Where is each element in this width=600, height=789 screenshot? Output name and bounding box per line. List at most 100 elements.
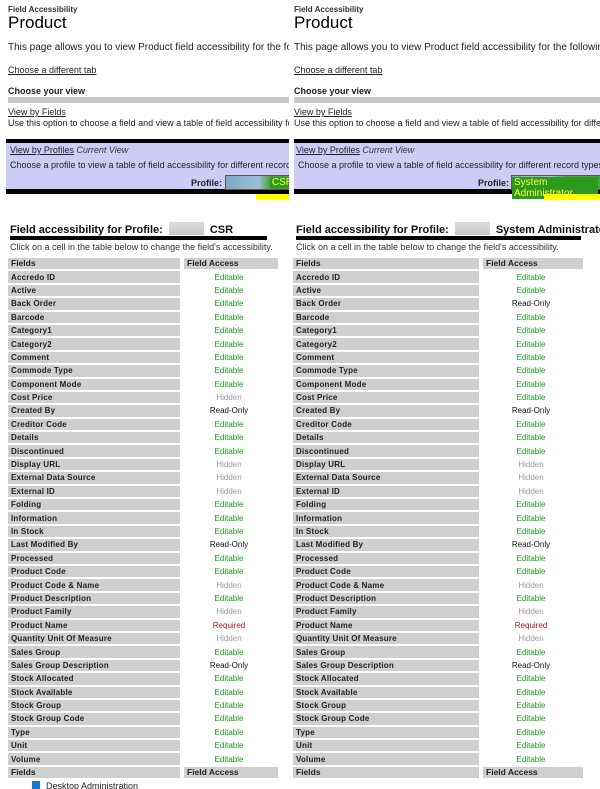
field-access-cell[interactable]: Editable xyxy=(479,740,583,751)
field-access-cell[interactable]: Hidden xyxy=(479,579,583,590)
field-access-cell[interactable]: Editable xyxy=(479,379,583,390)
table-row: Creditor Code Editable xyxy=(8,418,278,431)
field-access-cell[interactable]: Editable xyxy=(180,753,278,764)
field-access-cell[interactable]: Editable xyxy=(479,673,583,684)
field-access-cell[interactable]: Editable xyxy=(180,512,278,523)
field-access-cell[interactable]: Editable xyxy=(479,445,583,456)
view-by-fields-link[interactable]: View by Fields xyxy=(294,107,352,117)
field-access-cell[interactable]: Hidden xyxy=(180,472,278,483)
field-access-cell[interactable]: Hidden xyxy=(479,606,583,617)
field-access-cell[interactable]: Read-Only xyxy=(180,660,278,671)
view-by-profiles-link[interactable]: View by Profiles xyxy=(296,145,360,155)
field-access-cell[interactable]: Hidden xyxy=(479,486,583,497)
table-row: External ID Hidden xyxy=(8,485,278,498)
field-access-cell[interactable]: Editable xyxy=(180,352,278,363)
field-access-cell[interactable]: Editable xyxy=(479,419,583,430)
table-row: Discontinued Editable xyxy=(8,445,278,457)
field-access-cell[interactable]: Editable xyxy=(479,566,583,577)
profile-select[interactable]: CSR xyxy=(225,175,289,190)
field-access-cell[interactable]: Editable xyxy=(180,379,278,390)
view-by-fields-link[interactable]: View by Fields xyxy=(8,107,66,117)
taskbar-item[interactable]: Desktop Administration xyxy=(32,781,332,789)
field-access-cell[interactable]: Editable xyxy=(180,298,278,309)
field-access-cell[interactable]: Editable xyxy=(180,325,278,336)
field-access-cell[interactable]: Editable xyxy=(479,646,583,657)
field-access-cell[interactable]: Editable xyxy=(180,740,278,751)
field-access-cell[interactable]: Editable xyxy=(180,432,278,443)
field-access-cell[interactable]: Required xyxy=(180,620,278,631)
field-access-cell[interactable]: Hidden xyxy=(180,486,278,497)
field-access-cell[interactable]: Editable xyxy=(180,445,278,456)
field-name: Back Order xyxy=(293,298,479,310)
view-by-profiles-link[interactable]: View by Profiles xyxy=(10,145,74,155)
field-access-cell[interactable]: Editable xyxy=(180,419,278,430)
field-access-cell[interactable]: Read-Only xyxy=(479,405,583,416)
view-by-profiles-description: Choose a profile to view a table of fiel… xyxy=(10,160,289,170)
field-name: Product Code xyxy=(293,565,479,578)
field-access-cell[interactable]: Editable xyxy=(180,646,278,657)
table-row: In Stock Editable xyxy=(8,525,278,538)
field-access-cell[interactable]: Editable xyxy=(180,312,278,323)
field-access-cell[interactable]: Editable xyxy=(479,338,583,349)
field-access-cell[interactable]: Editable xyxy=(479,713,583,724)
field-access-cell[interactable]: Editable xyxy=(479,432,583,443)
field-access-cell[interactable]: Editable xyxy=(479,312,583,323)
field-access-cell[interactable]: Editable xyxy=(180,285,278,296)
profile-select[interactable]: System Administrator xyxy=(511,175,600,199)
field-access-cell[interactable]: Read-Only xyxy=(180,405,278,416)
field-access-cell[interactable]: Hidden xyxy=(479,459,583,470)
section-title: Field accessibility for Profile: CSR xyxy=(10,222,233,236)
field-access-cell[interactable]: Hidden xyxy=(180,633,278,644)
field-access-cell[interactable]: Editable xyxy=(479,512,583,523)
field-access-cell[interactable]: Hidden xyxy=(479,472,583,483)
field-access-cell[interactable]: Editable xyxy=(180,566,278,577)
field-access-cell[interactable]: Editable xyxy=(180,338,278,349)
field-access-cell[interactable]: Editable xyxy=(180,593,278,604)
field-access-cell[interactable]: Editable xyxy=(180,713,278,724)
field-access-cell[interactable]: Editable xyxy=(479,727,583,738)
field-access-cell[interactable]: Required xyxy=(479,620,583,631)
field-access-cell[interactable]: Editable xyxy=(479,352,583,363)
field-access-cell[interactable]: Read-Only xyxy=(479,660,583,671)
field-access-cell[interactable]: Editable xyxy=(180,687,278,698)
table-row: Folding Editable xyxy=(293,499,583,511)
table-row: Last Modified By Read-Only xyxy=(8,539,278,551)
field-access-cell[interactable]: Editable xyxy=(479,499,583,510)
field-access-cell[interactable]: Editable xyxy=(479,753,583,764)
field-access-cell[interactable]: Editable xyxy=(180,727,278,738)
field-access-cell[interactable]: Read-Only xyxy=(479,298,583,309)
table-row: Stock Group Code Editable xyxy=(293,713,583,725)
field-access-cell[interactable]: Hidden xyxy=(180,579,278,590)
field-access-cell[interactable]: Editable xyxy=(479,325,583,336)
field-access-cell[interactable]: Editable xyxy=(479,392,583,403)
field-name: Cost Price xyxy=(8,391,180,404)
field-access-cell[interactable]: Hidden xyxy=(180,459,278,470)
choose-tab-link[interactable]: Choose a different tab xyxy=(294,65,382,75)
field-access-cell[interactable]: Hidden xyxy=(180,392,278,403)
field-access-cell[interactable]: Editable xyxy=(180,553,278,564)
field-access-cell[interactable]: Editable xyxy=(479,285,583,296)
field-access-cell[interactable]: Read-Only xyxy=(479,539,583,550)
field-access-cell[interactable]: Editable xyxy=(479,365,583,376)
field-access-cell[interactable]: Editable xyxy=(180,271,278,282)
field-access-cell[interactable]: Hidden xyxy=(180,606,278,617)
field-access-cell[interactable]: Editable xyxy=(479,553,583,564)
field-access-cell[interactable]: Read-Only xyxy=(180,539,278,550)
field-name: Information xyxy=(8,512,180,524)
choose-tab-link[interactable]: Choose a different tab xyxy=(8,65,96,75)
field-access-cell[interactable]: Hidden xyxy=(479,633,583,644)
field-access-cell[interactable]: Editable xyxy=(479,593,583,604)
table-row: In Stock Editable xyxy=(293,525,583,538)
field-access-cell[interactable]: Editable xyxy=(479,271,583,282)
field-name: Stock Group xyxy=(8,699,180,712)
column-header-field-access: Field Access xyxy=(479,258,583,270)
field-access-cell[interactable]: Editable xyxy=(479,526,583,537)
field-access-cell[interactable]: Editable xyxy=(479,687,583,698)
field-access-cell[interactable]: Editable xyxy=(180,700,278,711)
section-title: Field accessibility for Profile: System A… xyxy=(296,222,600,236)
field-access-cell[interactable]: Editable xyxy=(180,365,278,376)
field-access-cell[interactable]: Editable xyxy=(180,673,278,684)
field-access-cell[interactable]: Editable xyxy=(180,499,278,510)
field-access-cell[interactable]: Editable xyxy=(180,526,278,537)
field-access-cell[interactable]: Editable xyxy=(479,700,583,711)
